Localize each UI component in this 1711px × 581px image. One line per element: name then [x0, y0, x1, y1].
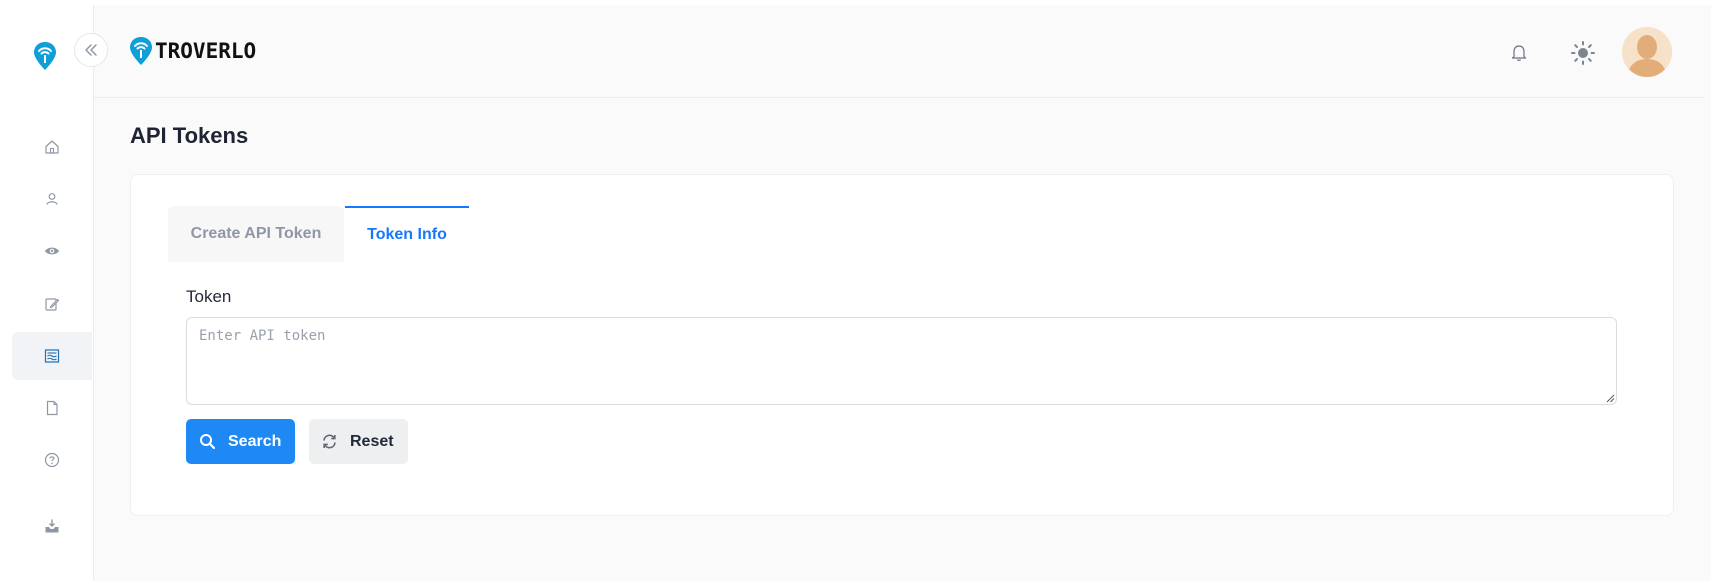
search-icon: [200, 434, 216, 450]
user-avatar-icon: [1622, 27, 1672, 77]
tab-create-api-token[interactable]: Create API Token: [168, 206, 344, 262]
top-header: TROVERLO: [94, 5, 1705, 98]
file-icon: [46, 400, 58, 416]
token-input[interactable]: [186, 317, 1617, 405]
page-title: API Tokens: [130, 123, 249, 148]
notifications-button[interactable]: [1510, 43, 1528, 63]
chevrons-left-icon: [85, 44, 97, 56]
user-icon: [46, 193, 58, 205]
download-icon: [45, 519, 59, 533]
help-icon: [44, 452, 60, 468]
search-button-label: Search: [228, 432, 282, 450]
resize-handle[interactable]: [1606, 394, 1615, 403]
eye-icon: [45, 247, 59, 255]
brand-name: TROVERLO: [155, 39, 257, 63]
token-label: Token: [186, 287, 232, 306]
sidebar-item-user[interactable]: [12, 175, 92, 223]
main-content: TROVERLO API Tokens Create API Token Tok…: [94, 5, 1711, 581]
sidebar-item-download[interactable]: [12, 502, 92, 550]
avatar[interactable]: [1622, 27, 1672, 77]
api-tokens-icon: [44, 349, 60, 363]
sidebar-item-documents[interactable]: [12, 384, 92, 432]
tab-token-info[interactable]: Token Info: [345, 206, 469, 262]
sidebar-item-home[interactable]: [12, 123, 92, 171]
brand-logo[interactable]: TROVERLO: [129, 35, 256, 67]
logo-icon: [130, 37, 152, 65]
sidebar-item-view[interactable]: [12, 227, 92, 275]
sidebar-item-api-tokens[interactable]: [12, 332, 92, 380]
search-button[interactable]: Search: [186, 419, 295, 464]
sun-icon: [1571, 41, 1595, 65]
reset-button[interactable]: Reset: [309, 419, 408, 464]
logo-icon[interactable]: [33, 41, 57, 71]
home-icon: [45, 140, 59, 154]
bell-icon: [1511, 45, 1527, 61]
refresh-icon: [323, 434, 336, 449]
sidebar-item-edit[interactable]: [12, 280, 92, 328]
sidebar: [0, 5, 94, 581]
reset-button-label: Reset: [350, 432, 394, 450]
theme-toggle-button[interactable]: [1570, 40, 1596, 66]
sidebar-item-help[interactable]: [12, 436, 92, 484]
edit-icon: [45, 298, 60, 311]
sidebar-collapse-button[interactable]: [74, 33, 108, 67]
token-card: Create API Token Token Info Token Search…: [130, 174, 1674, 516]
